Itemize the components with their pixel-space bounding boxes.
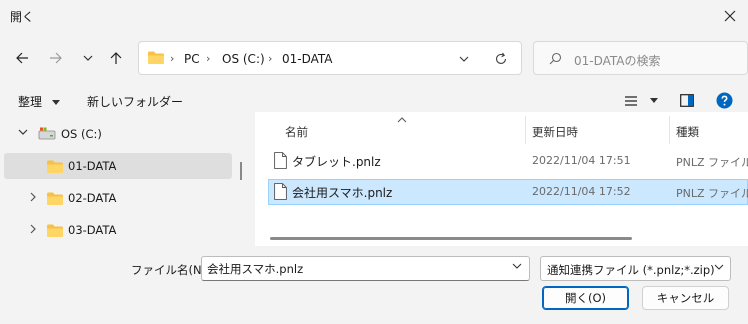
breadcrumb-folder[interactable]: 01-DATA (282, 52, 333, 66)
drive-icon (38, 127, 56, 140)
address-bar[interactable]: › PC › OS (C:) › 01-DATA (138, 41, 522, 75)
arrow-up-icon (110, 52, 122, 64)
folder-icon (47, 160, 63, 173)
file-list: 名前 更新日時 種類 タブレット.pnlz 2022/11/04 17:51 P… (255, 112, 748, 246)
file-date: 2022/11/04 17:51 (532, 154, 631, 167)
help-icon[interactable] (716, 92, 733, 109)
chevron-down-icon[interactable] (512, 262, 522, 270)
file-type: PNLZ ファイル (676, 187, 748, 200)
navigation-pane: OS (C:) 01-DATA 02-DATA 03-DATA (0, 118, 250, 246)
tree-item-drive[interactable]: OS (C:) (4, 121, 232, 147)
cancel-button[interactable]: キャンセル (642, 286, 729, 310)
filename-label: ファイル名(N): (131, 263, 210, 277)
sort-ascending-icon (397, 117, 407, 123)
column-header-name[interactable]: 名前 (285, 124, 308, 140)
filename-input[interactable] (201, 256, 530, 281)
tree-item-03-data[interactable]: 03-DATA (4, 217, 232, 243)
folder-icon (148, 51, 164, 64)
close-button[interactable] (712, 0, 748, 32)
breadcrumb-drive[interactable]: OS (C:) (222, 52, 265, 66)
column-divider[interactable] (669, 116, 670, 144)
command-bar: 整理 新しいフォルダー (0, 88, 748, 114)
tree-item-label: OS (C:) (61, 127, 102, 141)
column-header-type[interactable]: 種類 (676, 124, 699, 140)
horizontal-scrollbar[interactable] (270, 237, 632, 240)
chevron-down-icon[interactable] (459, 55, 469, 63)
column-divider[interactable] (525, 116, 526, 144)
search-icon (549, 52, 562, 65)
tree-item-label: 02-DATA (68, 191, 117, 205)
filetype-select[interactable]: 通知連携ファイル (*.pnlz;*.zip) (540, 256, 731, 281)
open-button[interactable]: 開く(O) (542, 286, 629, 310)
file-row[interactable]: タブレット.pnlz 2022/11/04 17:51 PNLZ ファイル (268, 148, 748, 174)
tree-item-label: 01-DATA (68, 159, 117, 173)
tree-item-02-data[interactable]: 02-DATA (4, 185, 232, 211)
file-name: 会社用スマホ.pnlz (292, 186, 393, 200)
breadcrumb-separator-icon: › (268, 52, 273, 65)
file-icon (274, 152, 287, 169)
view-options-button[interactable] (624, 93, 658, 107)
tree-item-01-data[interactable]: 01-DATA (4, 153, 232, 179)
breadcrumb-separator-icon: › (206, 52, 211, 65)
list-view-icon (625, 95, 637, 106)
window-title: 開く (10, 10, 35, 24)
breadcrumb-pc[interactable]: PC (184, 52, 200, 66)
chevron-right-icon[interactable] (29, 224, 37, 234)
file-icon (274, 183, 287, 200)
file-row-selected[interactable]: 会社用スマホ.pnlz 2022/11/04 17:52 PNLZ ファイル (268, 179, 748, 205)
arrow-left-icon (16, 52, 28, 64)
organize-label: 整理 (18, 95, 43, 109)
chevron-down-icon (83, 55, 93, 61)
column-header-date[interactable]: 更新日時 (532, 124, 578, 140)
title-bar: 開く (0, 0, 748, 32)
tree-item-label: 03-DATA (68, 223, 117, 237)
file-name: タブレット.pnlz (292, 155, 381, 169)
preview-pane-icon[interactable] (680, 94, 694, 107)
search-placeholder: 01-DATAの検索 (574, 54, 661, 68)
close-icon (724, 10, 736, 22)
caret-down-icon (51, 99, 60, 105)
filetype-value: 通知連携ファイル (*.pnlz;*.zip) (547, 263, 715, 277)
file-date: 2022/11/04 17:52 (532, 185, 631, 198)
chevron-right-icon[interactable] (29, 192, 37, 202)
arrow-right-icon (50, 52, 62, 64)
new-folder-button[interactable]: 新しいフォルダー (87, 93, 183, 110)
breadcrumb-separator-icon: › (170, 52, 175, 65)
forward-button[interactable] (42, 44, 70, 72)
folder-icon (47, 192, 63, 205)
file-type: PNLZ ファイル (676, 156, 748, 169)
folder-icon (47, 224, 63, 237)
refresh-icon[interactable] (494, 52, 508, 66)
search-box[interactable]: 01-DATAの検索 (533, 41, 748, 75)
organize-button[interactable]: 整理 (18, 93, 60, 110)
recent-locations-button[interactable] (74, 44, 102, 72)
back-button[interactable] (8, 44, 36, 72)
chevron-down-icon[interactable] (18, 128, 28, 136)
caret-down-icon (649, 97, 658, 103)
chevron-down-icon (714, 264, 724, 270)
tree-scrollbar[interactable] (240, 162, 242, 180)
up-button[interactable] (102, 44, 130, 72)
